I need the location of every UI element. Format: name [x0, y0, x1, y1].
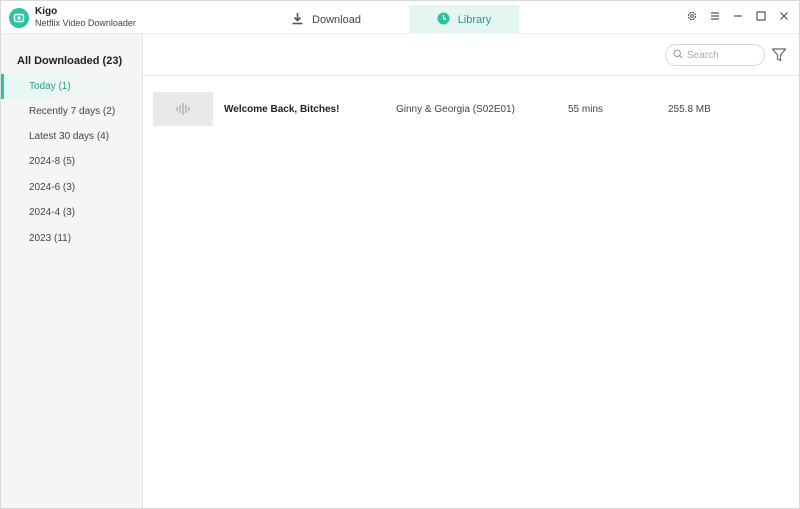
sidebar-item-label: 2024-4 (3) — [29, 207, 76, 218]
tab-library[interactable]: Library — [409, 5, 519, 34]
sidebar-item-today[interactable]: Today (1) — [1, 74, 142, 99]
app-window: Kigo Netflix Video Downloader Download L… — [0, 0, 800, 509]
library-content: Welcome Back, Bitches! Ginny & Georgia (… — [143, 34, 799, 508]
tab-library-label: Library — [457, 13, 492, 26]
maximize-icon[interactable] — [754, 9, 768, 23]
sidebar-item-label: Latest 30 days (4) — [29, 131, 110, 142]
app-name: Kigo — [35, 6, 58, 17]
close-icon[interactable] — [777, 9, 791, 23]
search-box[interactable] — [665, 44, 765, 66]
sidebar-item-recently-7-days[interactable]: Recently 7 days (2) — [1, 99, 142, 124]
gear-icon[interactable] — [685, 9, 699, 23]
sidebar-header-all-downloaded[interactable]: All Downloaded (23) — [17, 55, 122, 67]
menu-icon[interactable] — [708, 9, 722, 23]
sidebar-item-label: 2023 (11) — [29, 233, 72, 244]
window-controls — [685, 9, 791, 23]
sidebar-item-latest-30-days[interactable]: Latest 30 days (4) — [1, 124, 142, 149]
sidebar-item-label: 2024-8 (5) — [29, 156, 76, 167]
app-logo-icon — [9, 8, 29, 28]
sidebar-item-label: Today (1) — [29, 81, 71, 92]
tab-download-label: Download — [312, 13, 361, 26]
clock-icon — [437, 12, 450, 28]
download-icon — [291, 12, 304, 28]
title-bar: Kigo Netflix Video Downloader Download L… — [1, 1, 799, 34]
sidebar-item-2024-4[interactable]: 2024-4 (3) — [1, 200, 142, 225]
library-toolbar — [143, 34, 799, 76]
sidebar-item-2024-6[interactable]: 2024-6 (3) — [1, 175, 142, 200]
episode-size: 255.8 MB — [668, 103, 711, 115]
episode-title: Welcome Back, Bitches! — [224, 103, 340, 115]
app-subtitle: Netflix Video Downloader — [35, 18, 136, 28]
sidebar-item-2023[interactable]: 2023 (11) — [1, 226, 142, 251]
episode-series: Ginny & Georgia (S02E01) — [396, 103, 515, 115]
audio-wave-icon — [153, 92, 213, 126]
sidebar-item-label: 2024-6 (3) — [29, 182, 76, 193]
sidebar: All Downloaded (23) Today (1) Recently 7… — [1, 34, 143, 508]
tab-download[interactable]: Download — [271, 5, 381, 34]
sidebar-item-2024-8[interactable]: 2024-8 (5) — [1, 149, 142, 174]
search-icon — [673, 46, 683, 64]
sidebar-item-label: Recently 7 days (2) — [29, 106, 116, 117]
table-row[interactable]: Welcome Back, Bitches! Ginny & Georgia (… — [143, 92, 799, 126]
search-input[interactable] — [687, 49, 759, 61]
minimize-icon[interactable] — [731, 9, 745, 23]
filter-icon[interactable] — [771, 47, 787, 63]
episode-duration: 55 mins — [568, 103, 604, 115]
